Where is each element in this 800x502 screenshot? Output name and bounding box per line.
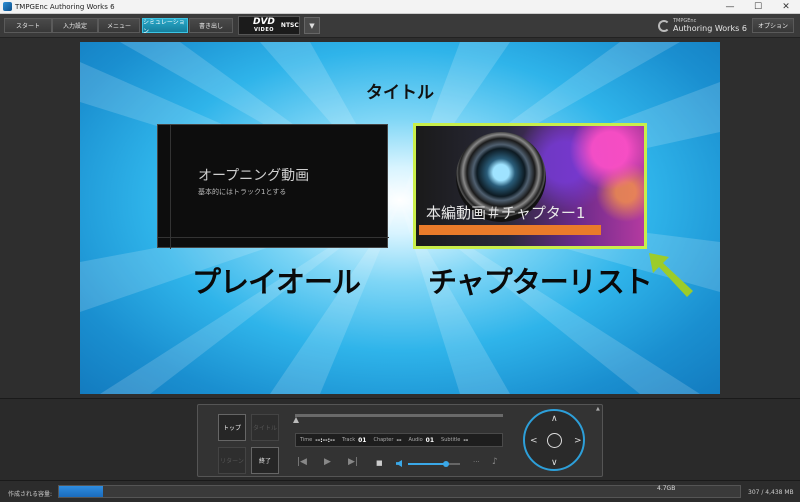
- audio-value: 01: [425, 436, 435, 444]
- tab-menu[interactable]: メニュー: [98, 18, 140, 33]
- status-bar: 作成される容量: 4.7GB 307 / 4,438 MB: [0, 480, 800, 502]
- seek-handle[interactable]: [293, 417, 299, 423]
- return-button[interactable]: リターン: [218, 447, 246, 474]
- selection-arrow-icon: [649, 253, 693, 297]
- menu-title-text: タイトル: [366, 83, 434, 103]
- capacity-label: 作成される容量:: [8, 491, 53, 498]
- capacity-bar: [58, 485, 741, 498]
- dpad-enter-button[interactable]: [547, 433, 562, 448]
- chapter-label: Chapter: [373, 437, 394, 443]
- tab-start[interactable]: スタート: [4, 18, 52, 33]
- tab-export[interactable]: 書き出し: [189, 18, 233, 33]
- dpad-down-button[interactable]: ∨: [551, 459, 558, 468]
- top-menu-button[interactable]: トップ: [218, 414, 246, 441]
- brand-name: Authoring Works 6: [673, 24, 747, 33]
- track-label: Track: [342, 437, 356, 443]
- stop-button[interactable]: ■: [376, 459, 383, 467]
- maximize-button[interactable]: ☐: [744, 0, 772, 14]
- opening-title-text: オープニング動画: [198, 168, 310, 184]
- direction-pad[interactable]: ∧ ∨ < >: [523, 409, 585, 471]
- tv-system-label: NTSC: [280, 22, 299, 29]
- seek-bar[interactable]: [295, 414, 503, 417]
- title-bar: TMPGEnc Authoring Works 6 — ☐ ✕: [0, 0, 800, 14]
- opening-subtitle-text: 基本的にはトラック1とする: [198, 188, 287, 196]
- previous-chapter-button[interactable]: |◀: [297, 457, 307, 467]
- exit-button[interactable]: 終了: [251, 447, 279, 474]
- options-button[interactable]: オプション: [752, 18, 794, 33]
- dpad-up-button[interactable]: ∧: [551, 415, 558, 424]
- chapter-value: --: [396, 436, 402, 444]
- next-chapter-button[interactable]: ▶|: [348, 457, 358, 467]
- more-icon[interactable]: ···: [473, 458, 480, 466]
- remote-control-panel: ▲ トップ タイトル リターン 終了 Time --:--:-- Track 0…: [197, 404, 603, 477]
- disc-format-indicator: DVD VIDEO NTSC: [238, 16, 300, 35]
- time-value: --:--:--: [315, 436, 335, 444]
- dpad-left-button[interactable]: <: [530, 437, 538, 446]
- dpad-right-button[interactable]: >: [574, 437, 582, 446]
- capacity-fill: [59, 486, 103, 497]
- minimize-button[interactable]: —: [716, 0, 744, 14]
- time-label: Time: [300, 437, 313, 443]
- audio-label: Audio: [408, 437, 423, 443]
- title-menu-button[interactable]: タイトル: [251, 414, 279, 441]
- chapter-list-label[interactable]: チャプターリスト: [428, 259, 653, 301]
- window-title: TMPGEnc Authoring Works 6: [15, 2, 115, 11]
- opening-video-thumbnail[interactable]: オープニング動画 基本的にはトラック1とする: [157, 124, 389, 249]
- dvd-video-logo: DVD VIDEO: [253, 16, 275, 33]
- playback-control-area: ▲ トップ タイトル リターン 終了 Time --:--:-- Track 0…: [0, 398, 800, 480]
- main-video-thumbnail[interactable]: 本編動画＃チャプター1: [413, 123, 647, 249]
- main-chapter-title: 本編動画＃チャプター1: [426, 204, 586, 222]
- format-dropdown-button[interactable]: ▼: [304, 17, 320, 34]
- chapter-progress-bar: [419, 225, 601, 235]
- subtitle-label: Subtitle: [441, 437, 461, 443]
- capacity-max-label: 4.7GB: [657, 485, 676, 492]
- track-value: 01: [358, 436, 367, 444]
- brand-swirl-icon: [658, 19, 670, 32]
- brand-logo: TMPGEnc Authoring Works 6: [658, 18, 747, 33]
- play-all-label[interactable]: プレイオール: [192, 259, 361, 301]
- tab-simulation[interactable]: シミュレーション: [142, 18, 188, 35]
- close-button[interactable]: ✕: [772, 0, 800, 14]
- volume-handle[interactable]: [443, 461, 449, 467]
- app-window: TMPGEnc Authoring Works 6 — ☐ ✕ スタート 入力設…: [0, 0, 800, 502]
- collapse-icon[interactable]: ▲: [596, 406, 600, 412]
- app-icon: [3, 2, 12, 11]
- subtitle-value: --: [463, 436, 469, 444]
- volume-level: [408, 463, 446, 465]
- volume-icon[interactable]: [396, 460, 402, 467]
- tab-input-settings[interactable]: 入力設定: [52, 18, 98, 33]
- capacity-count: 307 / 4,438 MB: [748, 489, 794, 496]
- play-button[interactable]: ▶: [324, 457, 331, 467]
- audio-track-icon[interactable]: ♪: [492, 457, 498, 467]
- menu-preview: タイトル オープニング動画 基本的にはトラック1とする 本編動画＃チャプター1 …: [80, 42, 720, 394]
- playback-info-bar: Time --:--:-- Track 01 Chapter -- Audio …: [295, 433, 503, 447]
- main-toolbar: スタート 入力設定 メニュー シミュレーション 書き出し DVD VIDEO N…: [0, 14, 800, 38]
